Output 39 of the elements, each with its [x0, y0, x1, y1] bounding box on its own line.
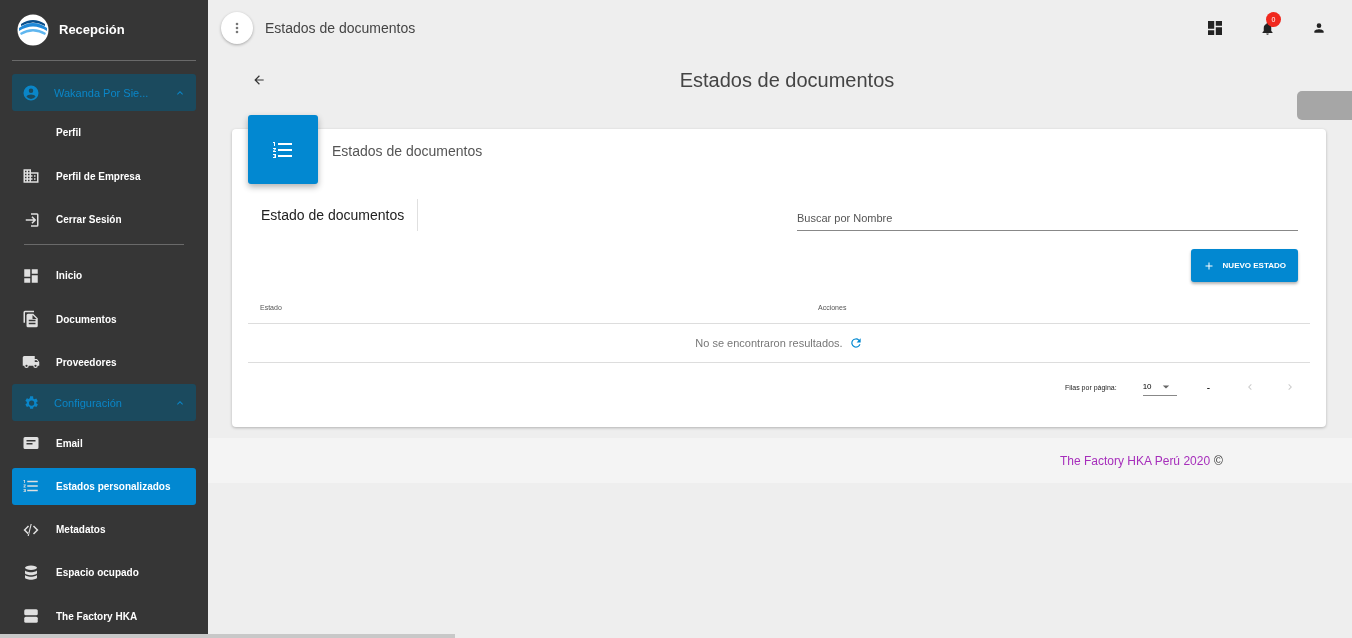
sidebar-item[interactable]: The Factory HKA	[12, 597, 196, 635]
sidebar-item[interactable]: Email	[12, 424, 196, 462]
section-label: Estado de documentos	[248, 199, 419, 231]
sidebar-item[interactable]: Perfil	[12, 114, 196, 152]
footer-link[interactable]: The Factory HKA Perú 2020	[1060, 453, 1211, 468]
sidebar-item[interactable]: Metadatos	[12, 511, 196, 549]
document-icon	[22, 310, 40, 329]
back-button[interactable]	[252, 73, 266, 87]
sidebar-item[interactable]: Cerrar Sesión	[12, 200, 196, 239]
search-field[interactable]: Buscar por Nombre	[797, 212, 1298, 231]
person-icon	[1312, 21, 1326, 35]
new-state-button[interactable]: NUEVO ESTADO	[1190, 249, 1298, 282]
page-range: -	[1206, 381, 1210, 393]
side-tab[interactable]	[1297, 91, 1352, 120]
more-icon	[235, 22, 239, 34]
settings-icon	[22, 393, 40, 412]
dashboard-icon	[22, 266, 40, 285]
dashboard-icon	[1208, 21, 1222, 35]
menu-button[interactable]	[221, 12, 253, 44]
topbar-title: Estados de documentos	[265, 20, 417, 36]
sidebar-item[interactable]: Perfil de Empresa	[12, 157, 196, 195]
rows-per-page-select[interactable]: 10	[1142, 378, 1177, 396]
back-arrow-icon	[252, 73, 266, 87]
sidebar-item[interactable]: Documentos	[12, 300, 196, 338]
account-icon	[22, 83, 40, 102]
scrollbar[interactable]	[0, 634, 455, 638]
empty-message: No se encontraron resultados.	[695, 337, 843, 349]
card-title: Estados de documentos	[332, 143, 483, 159]
brand-name: Recepción	[59, 22, 125, 38]
refresh-icon[interactable]	[848, 336, 863, 350]
sidebar-item[interactable]: Inicio	[12, 257, 196, 295]
logo-icon	[17, 13, 49, 46]
sidebar-item[interactable]: Estados personalizados	[12, 467, 196, 505]
building-icon	[22, 167, 40, 186]
page-title: Estados de documentos	[679, 68, 895, 92]
dropdown-icon	[1161, 382, 1170, 391]
sidebar-item[interactable]: Proveedores	[12, 343, 196, 382]
copyright-symbol: ©	[1214, 453, 1223, 468]
sidebar-item[interactable]: Espacio ocupado	[12, 554, 196, 592]
